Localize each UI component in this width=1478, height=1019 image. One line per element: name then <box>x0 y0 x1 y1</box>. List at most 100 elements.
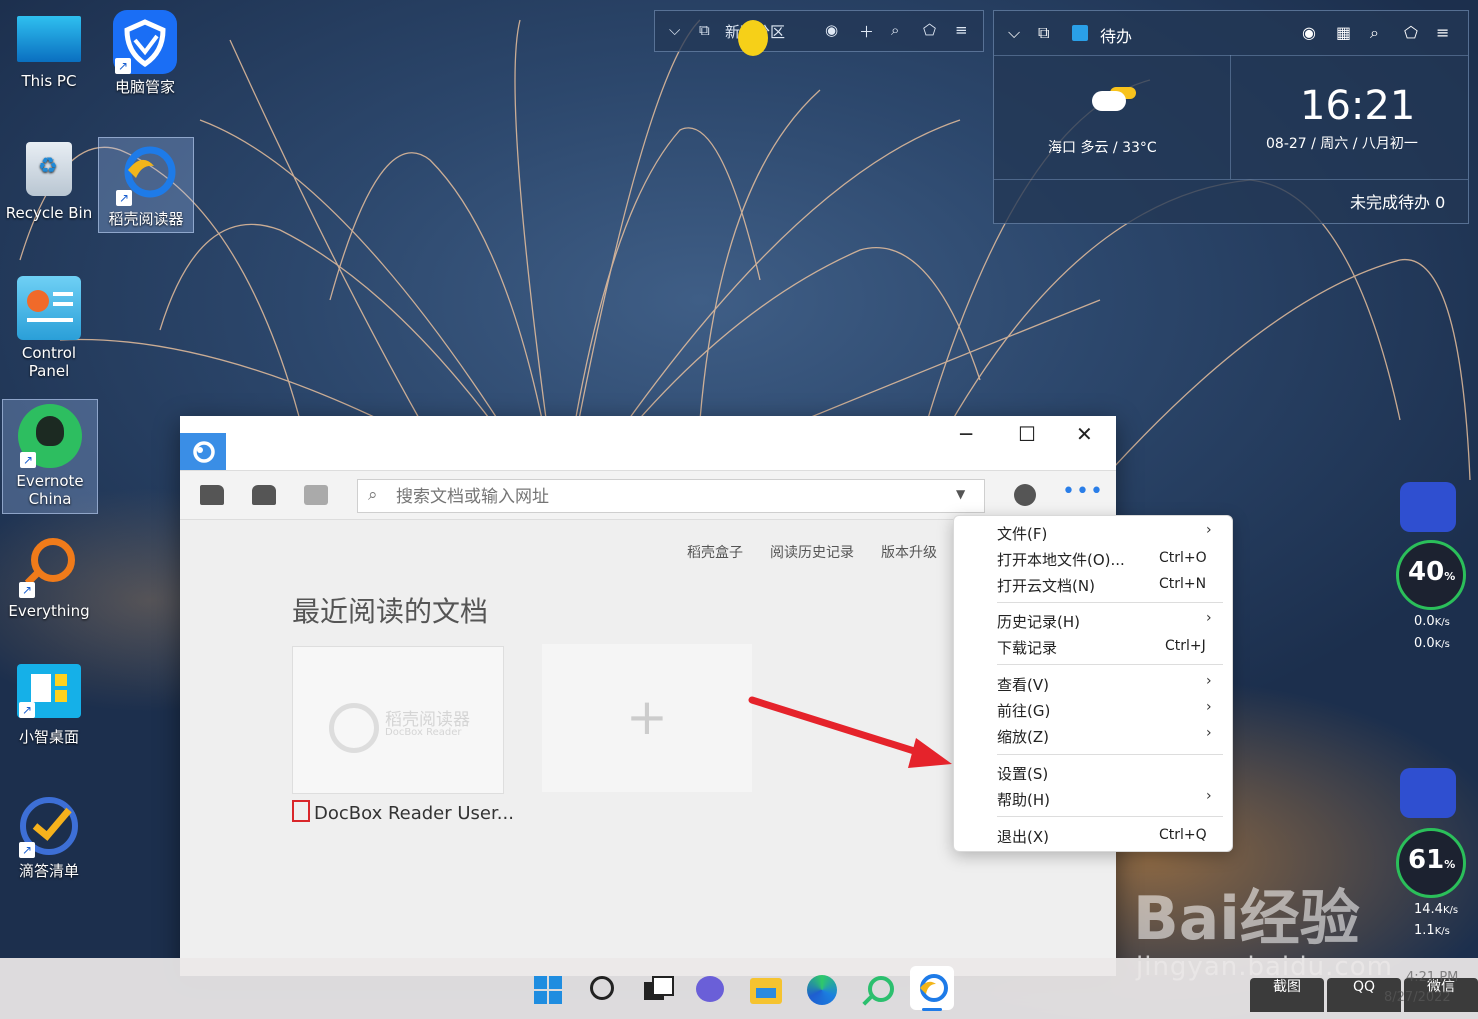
menu-item-open-local[interactable]: 打开本地文件(O)... Ctrl+O <box>954 547 1232 571</box>
desktop-icon-everything[interactable]: ↗ Everything <box>2 530 96 620</box>
desktop-icon-label: 稻壳阅读器 <box>108 210 184 228</box>
ticktick-check-icon: ↗ <box>17 794 81 858</box>
desktop-icon-xiaozhi[interactable]: ↗ 小智桌面 <box>2 660 96 746</box>
recent-doc-thumbnail[interactable]: 稻壳阅读器 DocBox Reader <box>292 646 504 794</box>
mascot-robot-icon <box>1400 768 1456 818</box>
chevron-down-icon[interactable]: ⌵ <box>1008 23 1020 43</box>
title-bar[interactable]: ─ ☐ ✕ <box>180 416 1116 470</box>
todo-widget: ⌵ ⧉ 待办 ◉ ▦ ⌕ ⬠ ≡ 海口 多云 / 33°C 16:21 08-2… <box>993 10 1469 224</box>
upload-rate: 14.4 <box>1414 902 1443 917</box>
cloud-upload-icon[interactable] <box>252 485 276 505</box>
minimize-button[interactable]: ─ <box>960 422 972 446</box>
more-options-icon[interactable]: ••• <box>1062 479 1104 504</box>
xiaozhi-desktop-icon: ↗ <box>17 664 81 718</box>
tray-clock-date: 8/27/2022 <box>1384 990 1451 1005</box>
teams-chat-icon[interactable] <box>692 972 728 1008</box>
menu-item-exit[interactable]: 退出(X) Ctrl+Q <box>954 824 1232 848</box>
reading-history-link[interactable]: 阅读历史记录 <box>770 542 854 562</box>
evernote-elephant-icon: ↗ <box>18 404 82 468</box>
pending-todo-count[interactable]: 未完成待办 0 <box>1350 189 1445 213</box>
red-arrow-annotation-icon <box>748 696 952 768</box>
system-monitor-2[interactable]: 61% 14.4K/s 1.1K/s <box>1392 762 1468 948</box>
search-bar[interactable]: ⌕ ▼ <box>357 479 985 513</box>
app-logo-tab[interactable] <box>180 433 226 470</box>
desktop-icon-label: 电脑管家 <box>114 78 175 96</box>
menu-item-zoom[interactable]: 缩放(Z) › <box>954 724 1232 748</box>
menu-item-goto[interactable]: 前往(G) › <box>954 698 1232 722</box>
baidu-watermark: Bai经验 <box>1133 884 1360 954</box>
fence-widget[interactable]: ⌵ ⧉ 新建分区 ◉ ＋ ⌕ ⬠ ≡ <box>654 10 984 52</box>
windows-start-icon[interactable] <box>530 972 566 1008</box>
shirt-icon[interactable]: ⬠ <box>1404 23 1418 42</box>
chevron-right-icon: › <box>1206 725 1212 741</box>
download-rate: 0.0 <box>1414 636 1435 651</box>
recent-documents-heading: 最近阅读的文档 <box>292 595 489 628</box>
user-icon[interactable]: ◉ <box>1302 23 1316 42</box>
desktop-icon-label: Recycle Bin <box>5 204 93 222</box>
window-icon[interactable]: ⧉ <box>699 21 710 39</box>
screenshot-button[interactable]: 截图 <box>1250 978 1324 1012</box>
docbox-logo-icon: ↗ <box>114 142 178 206</box>
chevron-right-icon: › <box>1206 610 1212 626</box>
desktop-icon-docbox-reader[interactable]: ↗ 稻壳阅读器 <box>98 137 194 233</box>
desktop-icon-pc-manager[interactable]: ↗ 电脑管家 <box>98 6 192 96</box>
search-input[interactable] <box>394 484 938 510</box>
shirt-icon[interactable]: ⬠ <box>923 21 936 39</box>
clock-time: 16:21 <box>1300 83 1416 129</box>
account-icon[interactable] <box>1014 484 1036 506</box>
recent-doc-item[interactable]: DocBox Reader User... <box>292 800 514 824</box>
maximize-button[interactable]: ☐ <box>1018 422 1036 446</box>
cpu-usage-gauge: 40% <box>1396 540 1466 610</box>
desktop-icon-recycle-bin[interactable]: ♻ Recycle Bin <box>2 138 96 222</box>
system-monitor-1[interactable]: 40% 0.0K/s 0.0K/s <box>1392 476 1468 662</box>
user-icon[interactable]: ◉ <box>825 21 838 39</box>
menu-separator <box>997 602 1223 603</box>
calendar-icon[interactable]: ▦ <box>1336 23 1351 42</box>
plus-icon: + <box>626 688 668 746</box>
menu-item-view[interactable]: 查看(V) › <box>954 672 1232 696</box>
folder-icon[interactable] <box>200 485 224 505</box>
menu-separator <box>997 816 1223 817</box>
file-explorer-icon[interactable] <box>748 972 784 1008</box>
search-icon: ⌕ <box>368 485 378 505</box>
desktop-icon-label: Everything <box>8 602 90 620</box>
everything-search-icon[interactable] <box>858 972 894 1008</box>
tray-clock-time: 4:21 PM <box>1406 970 1459 985</box>
memory-usage-gauge: 61% <box>1396 828 1466 898</box>
menu-item-settings[interactable]: 设置(S) <box>954 761 1232 785</box>
menu-item-downloads[interactable]: 下载记录 Ctrl+J <box>954 635 1232 659</box>
plus-icon[interactable]: ＋ <box>859 21 874 42</box>
desktop-icon-ticktick[interactable]: ↗ 滴答清单 <box>2 790 96 880</box>
search-icon[interactable] <box>584 972 620 1008</box>
docbox-watermark-logo <box>329 703 379 753</box>
close-button[interactable]: ✕ <box>1076 422 1093 446</box>
menu-item-file[interactable]: 文件(F) › <box>954 521 1232 545</box>
search-icon[interactable]: ⌕ <box>1370 23 1379 43</box>
docbox-reader-taskbar-icon[interactable] <box>910 966 954 1011</box>
add-document-button[interactable]: + <box>542 644 752 792</box>
window-icon[interactable]: ⧉ <box>1038 23 1049 43</box>
menu-separator <box>997 664 1223 665</box>
mascot-robot-icon <box>1400 482 1456 532</box>
menu-item-open-cloud[interactable]: 打开云文档(N) Ctrl+N <box>954 573 1232 597</box>
task-view-icon[interactable] <box>638 972 674 1008</box>
menu-icon[interactable]: ≡ <box>1436 23 1449 42</box>
docbox-box-link[interactable]: 稻壳盒子 <box>687 542 743 562</box>
chevron-down-icon[interactable]: ⌵ <box>669 21 680 39</box>
dropdown-arrow-icon[interactable]: ▼ <box>956 487 965 501</box>
version-upgrade-link[interactable]: 版本升级 <box>881 542 937 562</box>
desktop-icon-evernote[interactable]: ↗ Evernote China <box>2 399 98 514</box>
monitor-icon <box>17 16 81 62</box>
desktop-icon-control-panel[interactable]: Control Panel <box>2 272 96 380</box>
desktop-icon-this-pc[interactable]: This PC <box>2 8 96 90</box>
menu-item-history[interactable]: 历史记录(H) › <box>954 609 1232 633</box>
menu-icon[interactable]: ≡ <box>955 21 968 39</box>
edge-browser-icon[interactable] <box>804 972 840 1008</box>
search-icon[interactable]: ⌕ <box>891 21 899 39</box>
clock-date: 08-27 / 周六 / 八月初一 <box>1266 136 1418 152</box>
todo-title: 待办 <box>1100 27 1133 46</box>
menu-separator <box>997 754 1223 755</box>
printer-icon[interactable] <box>304 485 328 505</box>
menu-item-help[interactable]: 帮助(H) › <box>954 787 1232 811</box>
magnifier-icon: ↗ <box>17 534 81 598</box>
